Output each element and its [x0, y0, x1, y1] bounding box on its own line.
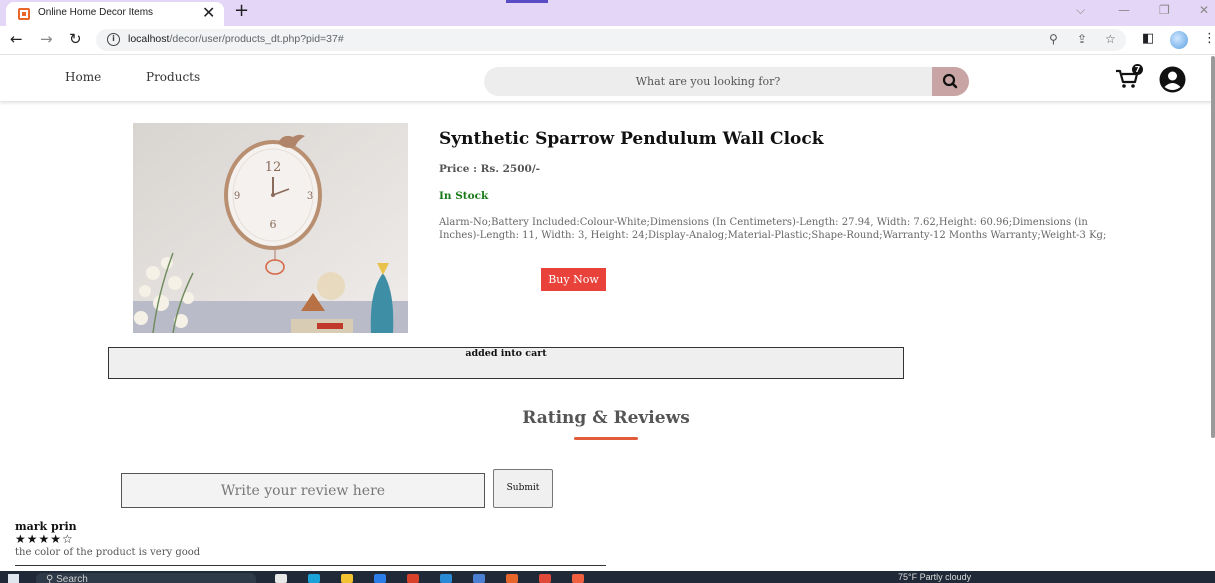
reload-icon[interactable]: ↻ [69, 30, 82, 48]
stock-status: In Stock [439, 190, 489, 202]
svg-text:9: 9 [234, 191, 240, 202]
wall-clock-photo: 12 9 3 6 [133, 123, 408, 333]
tab-close-icon[interactable]: ✕ [202, 3, 215, 22]
browser-toolbar: ← → ↻ i localhost/decor/user/products_dt… [0, 26, 1215, 55]
office-icon[interactable] [407, 574, 419, 583]
bookmark-star-icon[interactable]: ☆ [1105, 32, 1116, 46]
tab-indicator [506, 0, 548, 3]
review-input[interactable] [121, 473, 485, 508]
tab-title: Online Home Decor Items [38, 7, 154, 18]
close-window-icon[interactable]: ✕ [1199, 3, 1209, 17]
search-icon [942, 73, 958, 89]
nav-products-link[interactable]: Products [146, 70, 200, 84]
nav-home-link[interactable]: Home [65, 70, 101, 84]
cart-status-message: added into cart [108, 347, 904, 379]
tab-search-chevron-icon[interactable]: ⌵ [1076, 3, 1085, 18]
product-description: Alarm-No;Battery Included:Colour-White;D… [439, 217, 1107, 241]
review-text: the color of the product is very good [15, 547, 201, 558]
back-icon[interactable]: ← [10, 30, 23, 48]
product-image: 12 9 3 6 [133, 123, 408, 333]
product-price: Price : Rs. 2500/- [439, 163, 541, 175]
buy-now-button[interactable]: Buy Now [541, 268, 606, 291]
address-bar[interactable]: i localhost/decor/user/products_dt.php?p… [96, 29, 1126, 51]
search-bar [484, 67, 969, 96]
task-view-icon[interactable] [275, 574, 287, 583]
heading-underline [574, 437, 638, 440]
edge-icon[interactable] [308, 574, 320, 583]
submit-review-button[interactable]: Submit [493, 469, 553, 508]
url-text: localhost/decor/user/products_dt.php?pid… [128, 33, 344, 45]
file-explorer-icon[interactable] [341, 574, 353, 583]
page-scrollbar[interactable] [1211, 56, 1215, 438]
taskbar-search[interactable]: ⚲ Search [36, 573, 256, 583]
svg-text:12: 12 [265, 160, 282, 175]
windows-start-icon[interactable] [8, 574, 19, 583]
cart-count-badge: 7 [1132, 64, 1143, 75]
user-account-button[interactable] [1158, 65, 1187, 94]
weather-widget[interactable]: 75°F Partly cloudy [898, 572, 971, 582]
share-icon[interactable]: ⇪ [1077, 32, 1087, 46]
side-panel-icon[interactable]: ◧ [1142, 31, 1154, 46]
browser-tab-strip: Online Home Decor Items ✕ + ⌵ — ❐ ✕ [0, 0, 1215, 26]
reviews-heading: Rating & Reviews [522, 408, 690, 428]
chrome-icon[interactable] [539, 574, 551, 583]
site-header: Home Products 7 [0, 56, 1215, 101]
profile-avatar[interactable] [1170, 31, 1188, 49]
product-title: Synthetic Sparrow Pendulum Wall Clock [439, 129, 824, 149]
search-button[interactable] [932, 67, 969, 96]
svg-text:3: 3 [307, 191, 313, 202]
app-active-icon[interactable] [572, 574, 584, 583]
cart-button[interactable]: 7 [1114, 64, 1143, 90]
app-icon[interactable] [473, 574, 485, 583]
user-circle-icon [1159, 66, 1186, 93]
browser-tab[interactable]: Online Home Decor Items ✕ [6, 2, 224, 26]
site-info-icon[interactable]: i [107, 33, 120, 46]
store-icon[interactable] [374, 574, 386, 583]
star-rating: ★★★★☆ [15, 532, 74, 546]
vscode-icon[interactable] [440, 574, 452, 583]
forward-icon[interactable]: → [40, 30, 53, 48]
search-input[interactable] [484, 67, 932, 96]
restore-icon[interactable]: ❐ [1159, 3, 1170, 17]
xampp-icon[interactable] [506, 574, 518, 583]
svg-text:6: 6 [270, 218, 277, 231]
review-divider [15, 565, 606, 566]
site-favicon-icon [18, 8, 30, 20]
menu-kebab-icon[interactable]: ⋮ [1203, 31, 1215, 46]
zoom-icon[interactable]: ⚲ [1049, 32, 1058, 46]
new-tab-button[interactable]: + [234, 0, 249, 21]
os-taskbar: ⚲ Search 75°F Partly cloudy [0, 571, 1215, 583]
minimize-icon[interactable]: — [1118, 3, 1130, 17]
